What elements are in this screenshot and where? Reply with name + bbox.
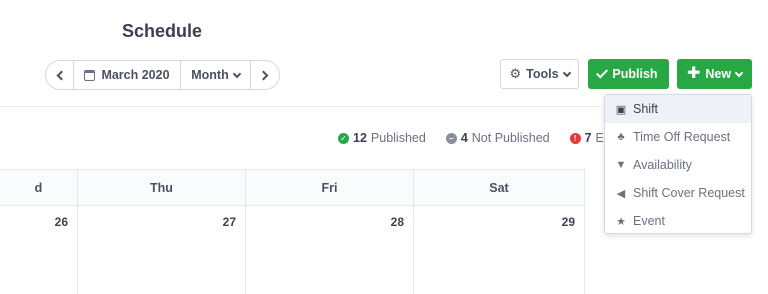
- calendar-day-cell[interactable]: 27: [78, 206, 246, 294]
- published-label: Published: [370, 131, 426, 145]
- day-header: Fri: [246, 170, 414, 205]
- date-number: 26: [54, 215, 68, 229]
- check-circle-icon: ✓: [338, 132, 349, 144]
- not-published-status[interactable]: – 4 Not Published: [445, 131, 550, 145]
- menu-item-label: Event: [633, 214, 665, 228]
- date-number: 29: [561, 215, 575, 229]
- chevron-down-icon: [232, 69, 241, 78]
- chevron-down-icon: [734, 68, 744, 77]
- tools-button[interactable]: ⚙ Tools: [500, 59, 579, 89]
- calendar-icon: ▣: [615, 103, 627, 116]
- prev-month-button[interactable]: [46, 61, 74, 89]
- calendar-header: d Thu Fri Sat: [0, 169, 584, 206]
- menu-item-label: Availability: [633, 158, 692, 172]
- check-icon: [596, 66, 609, 79]
- menu-item-label: Shift: [633, 102, 659, 116]
- calendar-grid: 26 27 28 29: [0, 206, 584, 294]
- not-published-label: Not Published: [471, 131, 550, 145]
- not-published-count: 4: [460, 131, 468, 145]
- calendar-icon: [84, 69, 96, 81]
- tools-label: Tools: [526, 67, 559, 81]
- gear-icon: ⚙: [509, 66, 522, 81]
- calendar-edge: [584, 169, 585, 294]
- plus-icon: ✚: [686, 65, 701, 82]
- month-picker-button[interactable]: March 2020: [74, 61, 181, 89]
- page-title: Schedule: [122, 21, 203, 41]
- day-header: d: [0, 170, 78, 205]
- menu-item-label: Time Off Request: [633, 130, 731, 144]
- calendar-day-cell[interactable]: 28: [246, 206, 414, 294]
- new-button[interactable]: ✚ New: [677, 59, 752, 89]
- menu-item-shift-cover-request[interactable]: ◀ Shift Cover Request: [605, 179, 751, 207]
- menu-item-shift[interactable]: ▣ Shift: [605, 95, 751, 123]
- status-summary: ✓ 12 Published – 4 Not Published ! 7 Err: [338, 131, 632, 145]
- megaphone-icon: ◀: [616, 187, 626, 200]
- date-number: 28: [390, 215, 404, 229]
- view-label: Month: [191, 68, 229, 82]
- star-icon: ★: [616, 215, 626, 228]
- menu-item-label: Shift Cover Request: [633, 186, 745, 200]
- palm-tree-icon: ♣: [617, 131, 625, 143]
- publish-button[interactable]: Publish: [588, 59, 669, 89]
- day-header: Thu: [78, 170, 246, 205]
- published-count: 12: [353, 131, 367, 145]
- day-header: Sat: [489, 180, 509, 195]
- alert-circle-icon: !: [569, 132, 581, 144]
- menu-item-time-off-request[interactable]: ♣ Time Off Request: [605, 123, 751, 151]
- errors-count: 7: [584, 131, 592, 145]
- publish-label: Publish: [612, 67, 658, 81]
- date-navigator: March 2020 Month: [45, 60, 280, 90]
- chevron-right-icon: [258, 70, 269, 80]
- month-label: March 2020: [101, 68, 170, 82]
- view-select[interactable]: Month: [181, 61, 251, 89]
- calendar-day-cell[interactable]: 29: [414, 206, 584, 294]
- minus-circle-icon: –: [445, 132, 457, 144]
- calendar-day-cell[interactable]: 26: [0, 206, 78, 294]
- new-label: New: [705, 67, 732, 81]
- menu-item-event[interactable]: ★ Event: [605, 207, 751, 235]
- thumbs-down-icon: ▼: [615, 159, 627, 171]
- date-number: 27: [222, 215, 236, 229]
- divider: [0, 106, 600, 107]
- new-menu-dropdown: ▣ Shift ♣ Time Off Request ▼ Availabilit…: [604, 94, 752, 234]
- menu-item-availability[interactable]: ▼ Availability: [605, 151, 751, 179]
- published-status[interactable]: ✓ 12 Published: [338, 131, 426, 145]
- chevron-down-icon: [562, 68, 571, 77]
- next-month-button[interactable]: [251, 61, 279, 89]
- chevron-left-icon: [56, 70, 66, 80]
